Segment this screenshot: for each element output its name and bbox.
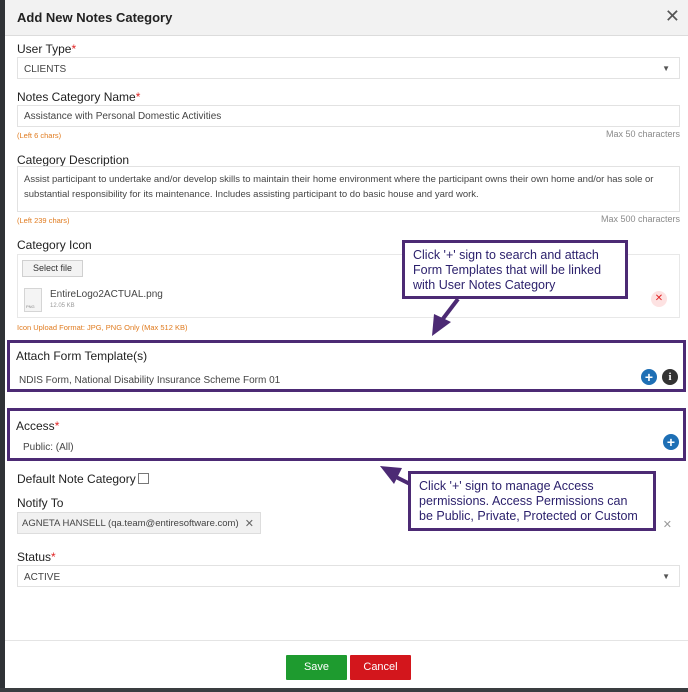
footer-divider bbox=[5, 640, 688, 641]
callout-arrows bbox=[380, 297, 460, 486]
save-button[interactable]: Save bbox=[286, 655, 347, 680]
access-arrow-icon bbox=[380, 466, 411, 486]
form-templates-arrow-icon bbox=[432, 297, 460, 336]
cancel-button[interactable]: Cancel bbox=[350, 655, 411, 680]
window-bottom-edge bbox=[0, 688, 688, 692]
